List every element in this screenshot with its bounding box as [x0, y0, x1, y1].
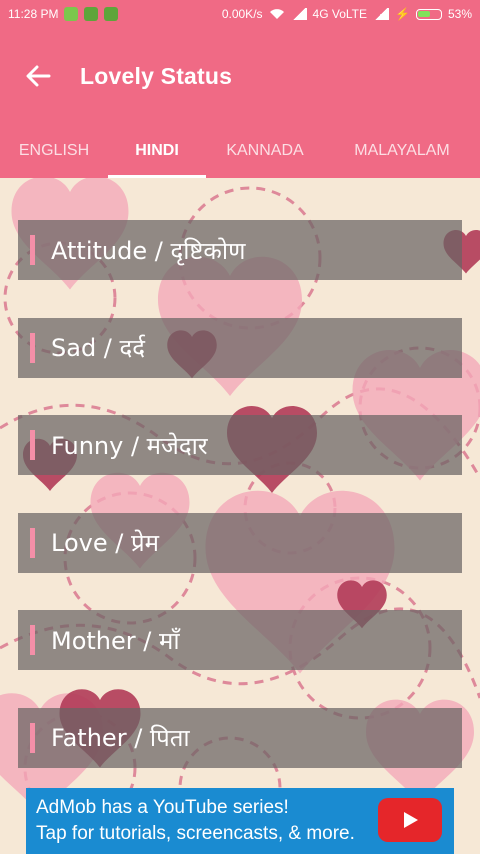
network-speed: 0.00K/s — [221, 7, 263, 21]
category-item-love[interactable]: Love / प्रेम — [18, 512, 462, 573]
category-label: Sad / दर्द — [51, 334, 146, 362]
category-accent-bar — [30, 235, 35, 265]
ad-line-1: AdMob has a YouTube series! — [36, 797, 289, 818]
category-accent-bar — [30, 625, 35, 655]
tab-kannada[interactable]: KANNADA — [206, 124, 324, 178]
category-item-attitude[interactable]: Attitude / दृष्टिकोण — [18, 220, 462, 280]
category-accent-bar — [30, 527, 35, 558]
category-label: Love / प्रेम — [51, 529, 159, 557]
back-button[interactable] — [10, 48, 66, 104]
category-item-mother[interactable]: Mother / माँ — [18, 610, 462, 670]
category-label: Attitude / दृष्टिकोण — [51, 236, 246, 265]
category-accent-bar — [30, 430, 35, 460]
status-bar: 11:28 PM 0.00K/s 4G VoLTE ⚡ 53% — [0, 0, 480, 28]
header: 11:28 PM 0.00K/s 4G VoLTE ⚡ 53% Lovely S… — [0, 0, 480, 178]
youtube-play-button[interactable] — [378, 798, 442, 842]
charging-icon: ⚡ — [395, 7, 410, 21]
android-notification-icon-2 — [104, 7, 119, 21]
category-accent-bar — [30, 722, 35, 753]
youtube-play-icon — [404, 812, 418, 828]
ad-text: AdMob has a YouTube series! Tap for tuto… — [36, 795, 366, 847]
category-label: Father / पिता — [51, 724, 190, 752]
category-label: Mother / माँ — [51, 626, 180, 655]
status-time: 11:28 PM — [8, 7, 59, 21]
signal-icon — [290, 8, 307, 20]
tab-malayalam[interactable]: MALAYALAM — [324, 124, 480, 178]
battery-icon — [415, 8, 442, 20]
ad-line-2: Tap for tutorials, screencasts, & more. — [36, 823, 355, 844]
category-item-father[interactable]: Father / पिता — [18, 707, 462, 768]
category-item-funny[interactable]: Funny / मजेदार — [18, 415, 462, 475]
category-item-sad[interactable]: Sad / दर्द — [18, 317, 462, 378]
tab-hindi[interactable]: HINDI — [108, 124, 206, 178]
arrow-back-icon — [26, 65, 51, 87]
tab-bar: ENGLISH HINDI KANNADA MALAYALAM — [0, 124, 480, 178]
category-label: Funny / मजेदार — [51, 431, 208, 460]
app-bar: Lovely Status — [0, 28, 480, 124]
android-notification-icon — [84, 7, 99, 21]
wifi-icon — [269, 9, 284, 19]
battery-level: 53% — [447, 7, 472, 21]
signal-icon-2 — [373, 8, 390, 20]
category-list: Attitude / दृष्टिकोण Sad / दर्द Funny / … — [18, 220, 462, 805]
network-type: 4G VoLTE — [312, 7, 368, 21]
app-title: Lovely Status — [80, 62, 233, 89]
category-accent-bar — [30, 332, 35, 363]
ad-banner[interactable]: AdMob has a YouTube series! Tap for tuto… — [26, 788, 454, 854]
lock-notification-icon — [64, 7, 79, 21]
tab-english[interactable]: ENGLISH — [0, 124, 108, 178]
